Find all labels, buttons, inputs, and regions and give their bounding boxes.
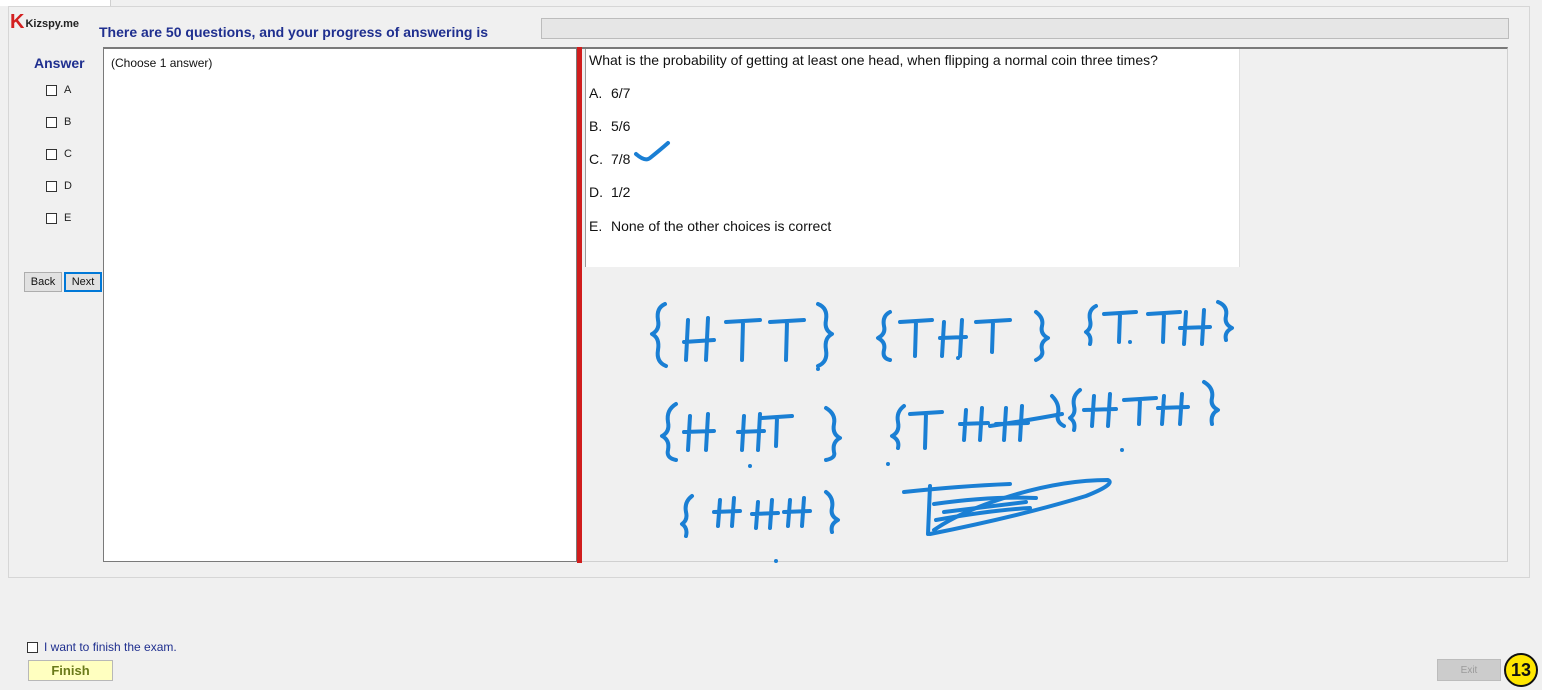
number-badge: 13: [1504, 653, 1538, 687]
choice-letter: A.: [589, 85, 603, 101]
progress-bar: [541, 18, 1509, 39]
choice-letter: C.: [589, 151, 603, 167]
choice-letter: B.: [589, 118, 603, 134]
choice-letter: E.: [589, 218, 603, 234]
checkbox-c[interactable]: [46, 148, 57, 160]
checkbox-e[interactable]: [46, 212, 57, 224]
choice-d: D. 1/2: [589, 184, 630, 200]
answer-hint: (Choose 1 answer): [111, 56, 213, 70]
finish-checkbox-label: I want to finish the exam.: [44, 640, 177, 654]
back-button[interactable]: Back: [24, 272, 62, 292]
question-text: What is the probability of getting at le…: [589, 52, 1158, 68]
answer-option-b[interactable]: B: [46, 114, 71, 130]
answer-title: Answer: [34, 55, 85, 71]
choice-letter: D.: [589, 184, 603, 200]
checkbox-a[interactable]: [46, 84, 57, 96]
finish-exam-checkbox[interactable]: I want to finish the exam.: [27, 640, 177, 654]
answer-option-e[interactable]: E: [46, 210, 71, 226]
answer-option-label: B: [64, 116, 72, 128]
choice-text: 7/8: [611, 151, 631, 167]
choice-text: None of the other choices is correct: [611, 218, 832, 234]
question-box: What is the probability of getting at le…: [585, 49, 1240, 267]
logo-text: Kizspy.me: [25, 18, 80, 30]
exam-window: K Kizspy.me There are 50 questions, and …: [0, 0, 1542, 690]
choice-text: 6/7: [611, 85, 631, 101]
logo: K Kizspy.me: [10, 12, 79, 32]
answer-option-label: E: [64, 212, 72, 224]
answer-option-d[interactable]: D: [46, 178, 72, 194]
answer-option-label: A: [64, 84, 72, 96]
answer-option-label: D: [64, 180, 72, 192]
checkbox-b[interactable]: [46, 116, 57, 128]
next-button[interactable]: Next: [64, 272, 102, 292]
progress-label: There are 50 questions, and your progres…: [99, 24, 488, 40]
finish-button[interactable]: Finish: [28, 660, 113, 681]
answer-option-c[interactable]: C: [46, 146, 72, 162]
checkbox-d[interactable]: [46, 180, 57, 192]
choice-b: B. 5/6: [589, 118, 630, 134]
choice-text: 5/6: [611, 118, 631, 134]
choice-c: C. 7/8: [589, 151, 630, 167]
logo-mark: K: [10, 11, 24, 33]
choice-a: A. 6/7: [589, 85, 630, 101]
choice-e: E. None of the other choices is correct: [589, 218, 831, 234]
choice-text: 1/2: [611, 184, 631, 200]
exit-button[interactable]: Exit: [1437, 659, 1501, 681]
answer-option-label: C: [64, 148, 72, 160]
answer-panel[interactable]: (Choose 1 answer): [103, 47, 577, 562]
finish-checkbox-box[interactable]: [27, 641, 38, 653]
answer-option-a[interactable]: A: [46, 82, 71, 98]
